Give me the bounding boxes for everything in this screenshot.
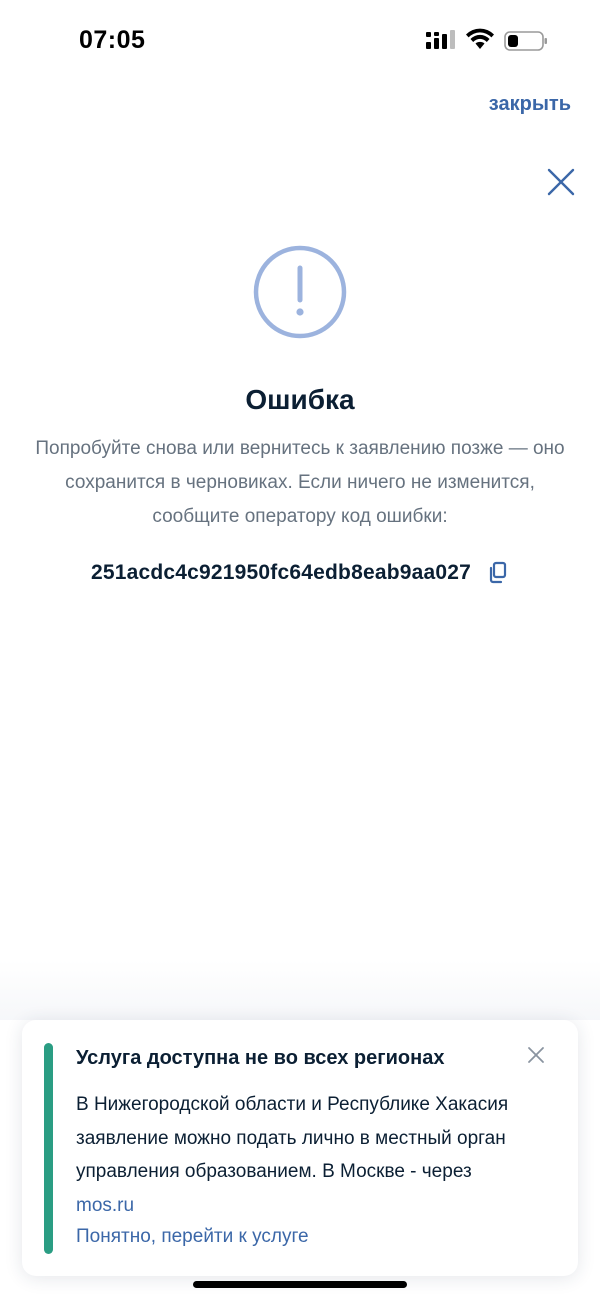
notice-close-icon[interactable] — [525, 1044, 547, 1066]
notice-title: Услуга доступна не во всех регионах — [76, 1047, 445, 1069]
error-description: Попробуйте снова или вернитесь к заявлен… — [35, 438, 565, 527]
notice-accent-bar — [44, 1043, 53, 1254]
battery-icon — [504, 31, 547, 51]
close-link[interactable]: закрыть — [489, 93, 571, 116]
wifi-icon — [466, 28, 494, 49]
bottom-fade — [0, 960, 600, 1020]
home-indicator — [193, 1281, 407, 1288]
error-title: Ошибка — [245, 384, 355, 415]
status-time: 07:05 — [79, 26, 146, 54]
close-icon[interactable] — [545, 166, 577, 198]
error-code-row: 251acdc4c921950fc64edb8eab9aa027 — [0, 556, 600, 590]
signal-icon — [426, 30, 455, 49]
region-notice-card: Услуга доступна не во всех регионах В Ни… — [22, 1020, 578, 1276]
go-to-service-link[interactable]: Понятно, перейти к услуге — [76, 1226, 309, 1248]
exclamation-circle-icon — [253, 245, 347, 339]
copy-icon[interactable] — [487, 561, 509, 585]
error-code: 251acdc4c921950fc64edb8eab9aa027 — [90, 561, 472, 584]
mos-ru-link[interactable]: mos.ru — [76, 1195, 134, 1216]
status-bar: 07:05 — [0, 0, 600, 80]
notice-text: В Нижегородской области и Республике Хак… — [76, 1088, 516, 1222]
notice-body: В Нижегородской области и Республике Хак… — [76, 1094, 509, 1182]
